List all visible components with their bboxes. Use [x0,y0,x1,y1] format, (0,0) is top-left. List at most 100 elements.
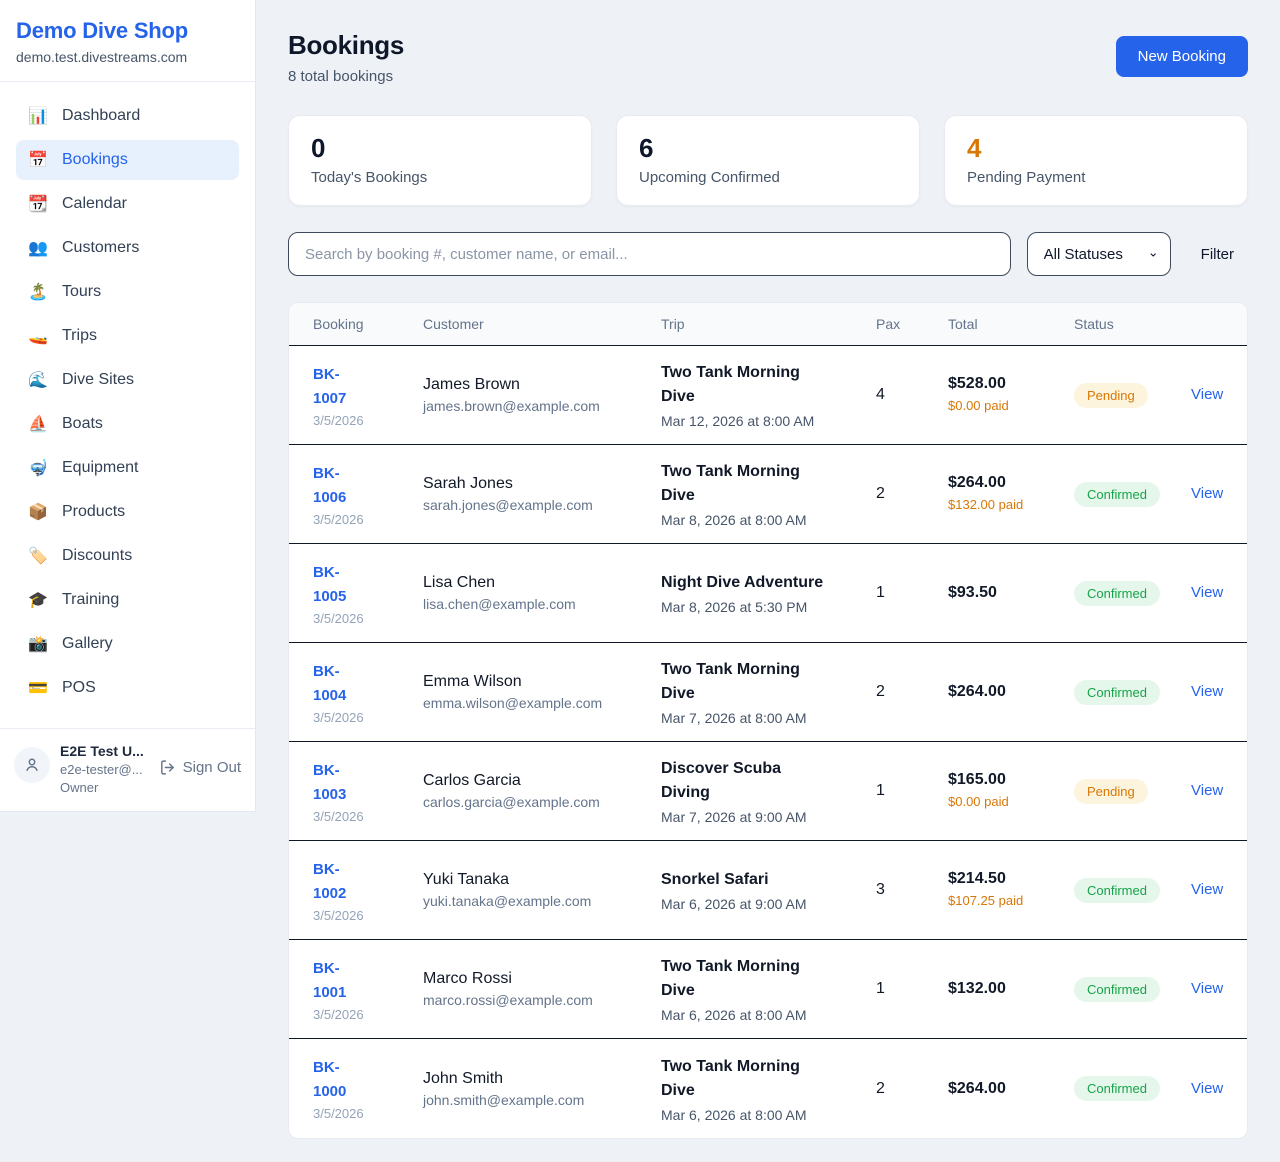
sidebar-item[interactable]: 🏷️ Discounts [16,536,239,576]
trip-datetime: Mar 7, 2026 at 8:00 AM [661,710,876,726]
user-name: E2E Test U... [60,743,149,759]
paid-amount: $0.00 paid [948,397,1026,415]
sign-out-button[interactable]: Sign Out [159,759,241,776]
total-amount: $93.50 [948,584,1074,602]
booking-id-link[interactable]: BK-1006 [313,462,371,510]
view-link[interactable]: View [1191,881,1223,898]
nav-item-label: Tours [62,283,101,301]
customer-email: sarah.jones@example.com [423,497,661,513]
status-badge: Confirmed [1074,878,1160,903]
view-link[interactable]: View [1191,584,1223,601]
pax-count: 1 [876,980,948,998]
sidebar-item[interactable]: 📦 Products [16,492,239,532]
table-header-row: Booking Customer Trip Pax Total Status [289,303,1247,346]
view-link[interactable]: View [1191,1080,1223,1097]
stat-card: 0 Today's Bookings [288,115,592,206]
trip-name: Two Tank Morning Dive [661,460,824,508]
user-icon [23,756,41,774]
page-title: Bookings [288,30,404,61]
trip-name: Two Tank Morning Dive [661,1055,824,1103]
total-amount: $214.50 [948,870,1074,888]
stat-value: 4 [967,133,1225,164]
trip-name: Two Tank Morning Dive [661,361,824,409]
sidebar-item[interactable]: 📅 Bookings [16,140,239,180]
nav-item-label: Discounts [62,547,132,565]
booking-date: 3/5/2026 [313,1106,423,1121]
trip-datetime: Mar 6, 2026 at 8:00 AM [661,1107,876,1123]
user-email: e2e-tester@... [60,762,149,777]
customer-email: john.smith@example.com [423,1092,661,1108]
table-row: BK-1007 3/5/2026 James Brown james.brown… [289,346,1247,445]
booking-id-link[interactable]: BK-1000 [313,1056,371,1104]
search-input[interactable] [288,232,1011,276]
stat-card: 6 Upcoming Confirmed [616,115,920,206]
filters-bar: All Statuses ⌄ Filter [288,232,1248,276]
sign-out-icon [159,759,176,776]
booking-date: 3/5/2026 [313,611,423,626]
filter-button[interactable]: Filter [1187,246,1248,263]
table-row: BK-1000 3/5/2026 John Smith john.smith@e… [289,1039,1247,1138]
view-link[interactable]: View [1191,485,1223,502]
sidebar-item[interactable]: ⛵ Boats [16,404,239,444]
view-link[interactable]: View [1191,386,1223,403]
trip-name: Two Tank Morning Dive [661,955,824,1003]
trip-datetime: Mar 6, 2026 at 8:00 AM [661,1007,876,1023]
sidebar-item[interactable]: 👥 Customers [16,228,239,268]
sidebar-item[interactable]: 🏝️ Tours [16,272,239,312]
stat-value: 0 [311,133,569,164]
booking-id-link[interactable]: BK-1004 [313,660,371,708]
customer-email: marco.rossi@example.com [423,992,661,1008]
sidebar-header: Demo Dive Shop demo.test.divestreams.com [0,0,255,82]
trip-datetime: Mar 6, 2026 at 9:00 AM [661,896,876,912]
booking-id-link[interactable]: BK-1003 [313,759,371,807]
status-badge: Confirmed [1074,581,1160,606]
stats-row: 0 Today's Bookings 6 Upcoming Confirmed … [288,115,1248,206]
sidebar-item[interactable]: 📊 Dashboard [16,96,239,136]
paid-amount: $0.00 paid [948,793,1026,811]
paid-amount: $107.25 paid [948,892,1026,910]
trip-name: Two Tank Morning Dive [661,658,824,706]
stat-card: 4 Pending Payment [944,115,1248,206]
main-content: Bookings 8 total bookings New Booking 0 … [256,0,1280,1162]
nav-item-icon: 📆 [28,194,48,214]
booking-id-link[interactable]: BK-1002 [313,858,371,906]
customer-name: Carlos Garcia [423,772,661,790]
sidebar-item[interactable]: 🚤 Trips [16,316,239,356]
page-subtitle: 8 total bookings [288,68,404,85]
customer-email: lisa.chen@example.com [423,596,661,612]
nav-item-label: Boats [62,415,103,433]
view-link[interactable]: View [1191,980,1223,997]
stat-label: Pending Payment [967,169,1225,186]
stat-label: Upcoming Confirmed [639,169,897,186]
sidebar-item[interactable]: 🌊 Dive Sites [16,360,239,400]
sidebar-user-section: E2E Test U... e2e-tester@... Owner Sign … [0,728,255,811]
booking-id-link[interactable]: BK-1007 [313,363,371,411]
booking-id-link[interactable]: BK-1001 [313,957,371,1005]
table-row: BK-1006 3/5/2026 Sarah Jones sarah.jones… [289,445,1247,544]
trip-name: Snorkel Safari [661,868,824,892]
nav-item-label: Customers [62,239,139,257]
status-select[interactable]: All Statuses [1027,232,1171,276]
trip-name: Discover Scuba Diving [661,757,824,805]
sidebar-item[interactable]: 🎓 Training [16,580,239,620]
table-row: BK-1001 3/5/2026 Marco Rossi marco.rossi… [289,940,1247,1039]
sidebar-item[interactable]: 🤿 Equipment [16,448,239,488]
sidebar-item[interactable]: 📆 Calendar [16,184,239,224]
total-amount: $528.00 [948,375,1074,393]
booking-date: 3/5/2026 [313,908,423,923]
bookings-table: Booking Customer Trip Pax Total Status B… [288,302,1248,1139]
sidebar-item[interactable]: 📸 Gallery [16,624,239,664]
shop-domain: demo.test.divestreams.com [16,49,239,65]
new-booking-button[interactable]: New Booking [1116,36,1248,77]
table-body: BK-1007 3/5/2026 James Brown james.brown… [289,346,1247,1138]
pax-count: 2 [876,485,948,503]
view-link[interactable]: View [1191,782,1223,799]
user-meta: E2E Test U... e2e-tester@... Owner [60,743,149,795]
pax-count: 2 [876,1080,948,1098]
col-total: Total [948,316,1074,332]
sidebar-item[interactable]: 💳 POS [16,668,239,708]
pax-count: 1 [876,782,948,800]
nav-item-label: Bookings [62,151,128,169]
view-link[interactable]: View [1191,683,1223,700]
booking-id-link[interactable]: BK-1005 [313,561,371,609]
